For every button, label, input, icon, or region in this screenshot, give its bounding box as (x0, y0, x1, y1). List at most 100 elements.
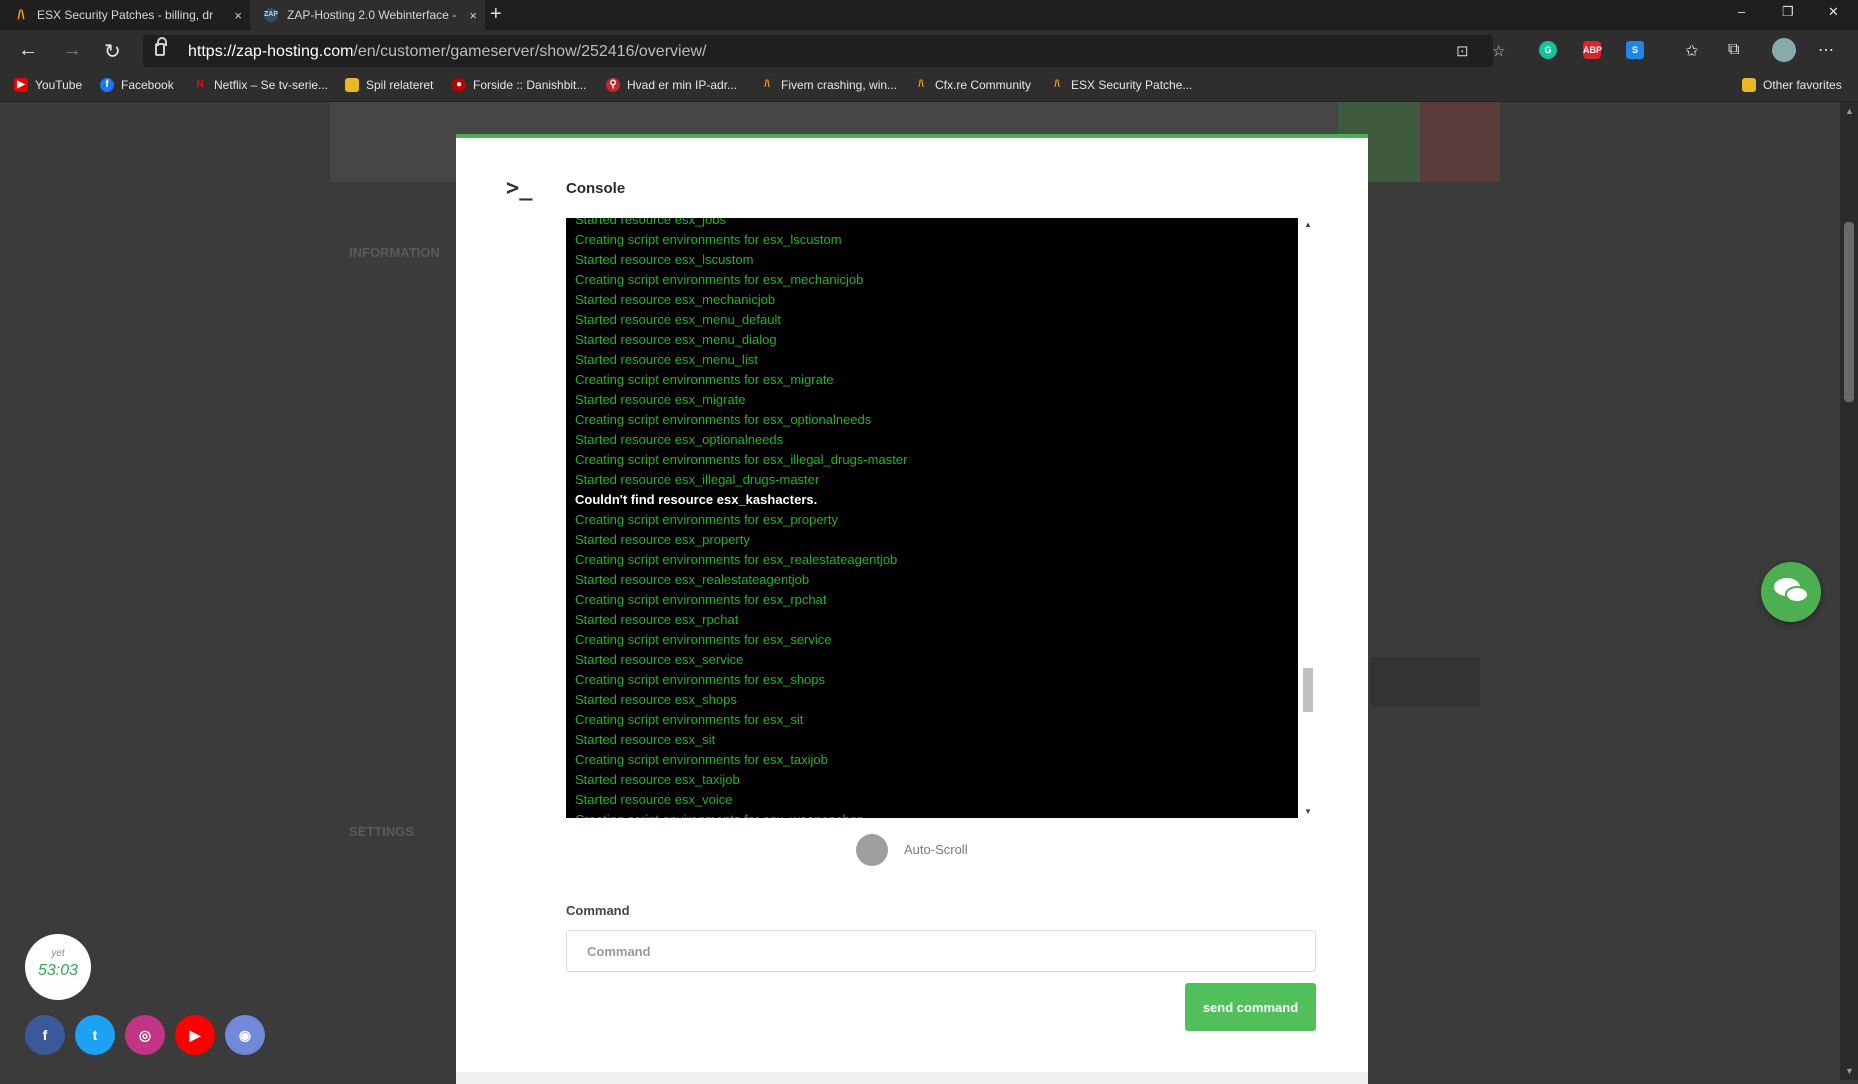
console-line: Creating script environments for esx_wea… (575, 810, 907, 818)
console-output[interactable]: Started resource esx_jobs Creating script… (566, 218, 1298, 818)
console-line: Creating script environments for esx_sit (575, 712, 804, 727)
console-modal: >_ Console Started resource esx_jobs Crea… (456, 134, 1368, 1084)
console-line: Creating script environments for esx_mig… (575, 372, 834, 387)
back-icon[interactable]: ← (18, 39, 38, 62)
close-icon[interactable]: × (234, 8, 242, 23)
bookmark-netflix[interactable]: N Netflix – Se tv-serie... (193, 78, 328, 92)
console-line: Creating script environments for esx_mec… (575, 272, 864, 287)
console-line: Creating script environments for esx_ser… (575, 632, 832, 647)
page-scrollbar[interactable]: ▲ ▼ (1840, 102, 1858, 1080)
console-line: Started resource esx_rpchat (575, 612, 739, 627)
folder-icon (1742, 78, 1756, 92)
timer-value: 53:03 (37, 962, 79, 979)
instagram-icon[interactable]: ◎ (125, 1015, 165, 1055)
chat-button[interactable] (1761, 562, 1821, 622)
console-line: Started resource esx_menu_default (575, 312, 781, 327)
extension-s-icon[interactable]: S (1626, 41, 1644, 59)
bookmark-danishbits[interactable]: ● Forside :: Danishbit... (452, 78, 586, 92)
address-bar-row: ← → ↻ https://zap-hosting.com/en/custome… (0, 30, 1858, 72)
forward-icon[interactable]: → (62, 39, 82, 62)
background-panel (1370, 657, 1480, 707)
reader-mode-icon[interactable]: ⊡ (1456, 42, 1469, 60)
scroll-up-icon[interactable]: ▲ (1845, 106, 1854, 116)
console-line: Started resource esx_shops (575, 692, 737, 707)
maximize-button[interactable]: ❐ (1782, 4, 1794, 20)
console-line: Started resource esx_jobs (575, 218, 727, 227)
more-options-icon[interactable]: ⋯ (1818, 40, 1834, 60)
facebook-icon: f (100, 78, 114, 92)
sidebar-information-heading: INFORMATION (349, 245, 440, 260)
twitter-icon[interactable]: t (75, 1015, 115, 1055)
close-icon[interactable]: × (469, 8, 477, 23)
bookmark-folder-spil[interactable]: Spil relateret (345, 78, 433, 92)
scrollbar-thumb[interactable] (1844, 222, 1854, 402)
fivem-icon: /\ (764, 79, 770, 90)
ip-icon: ⚲ (606, 78, 620, 92)
close-window-button[interactable]: ✕ (1828, 4, 1839, 20)
console-line: Started resource esx_mechanicjob (575, 292, 776, 307)
collections-icon[interactable]: ⧉ (1728, 41, 1739, 59)
new-tab-button[interactable]: + (490, 3, 502, 26)
modal-footer (456, 1072, 1368, 1084)
console-line: Creating script environments for esx_lsc… (575, 232, 842, 247)
autoscroll-toggle[interactable] (856, 834, 888, 866)
console-scrollbar[interactable]: ▲ ▼ (1301, 218, 1315, 818)
console-line: Creating script environments for esx_ill… (575, 452, 908, 467)
facebook-icon[interactable]: f (25, 1015, 65, 1055)
tab-zap-hosting[interactable]: ZAP ZAP-Hosting 2.0 Webinterface - × (250, 0, 485, 30)
scroll-up-icon[interactable]: ▲ (1304, 220, 1312, 229)
url-field[interactable]: https://zap-hosting.com/en/customer/game… (143, 35, 1505, 67)
bookmark-facebook[interactable]: f Facebook (100, 78, 174, 92)
console-line: Started resource esx_voice (575, 792, 733, 807)
console-line: Creating script environments for esx_tax… (575, 752, 828, 767)
other-favorites[interactable]: Other favorites (1742, 78, 1842, 92)
console-line: Started resource esx_realestateagentjob (575, 572, 810, 587)
minimize-button[interactable]: – (1738, 4, 1745, 19)
scroll-down-icon[interactable]: ▼ (1845, 1066, 1854, 1076)
stop-tile-bg (1420, 102, 1500, 182)
folder-icon (345, 78, 359, 92)
console-line: Creating script environments for esx_rpc… (575, 592, 827, 607)
console-line: Started resource esx_property (575, 532, 750, 547)
autoscroll-label: Auto-Scroll (904, 842, 968, 857)
bookmark-youtube[interactable]: ▶ YouTube (14, 78, 82, 92)
youtube-icon[interactable]: ▶ (175, 1015, 215, 1055)
chat-icon-back (1785, 586, 1809, 603)
console-error-line: Couldn't find resource esx_kashacters. (575, 492, 818, 507)
lock-icon (155, 37, 167, 56)
bookmark-esx[interactable]: /\ ESX Security Patche... (1050, 78, 1192, 92)
favorite-star-icon[interactable]: ☆ (1492, 42, 1505, 60)
browser-tab-bar: /\ ESX Security Patches - billing, dr × … (0, 0, 1858, 30)
countdown-timer: yet 53:03 (25, 934, 91, 1000)
console-line: Started resource esx_sit (575, 732, 716, 747)
scroll-down-icon[interactable]: ▼ (1304, 807, 1312, 816)
zap-icon: ZAP (264, 8, 278, 22)
terminal-icon: >_ (506, 176, 533, 201)
console-line: Started resource esx_menu_dialog (575, 332, 777, 347)
adblock-icon[interactable]: ABP (1583, 41, 1602, 59)
favorites-icon[interactable]: ✩ (1685, 41, 1698, 61)
command-input[interactable] (566, 930, 1316, 972)
console-line: Started resource esx_service (575, 652, 744, 667)
bookmark-cfx[interactable]: /\ Cfx.re Community (914, 78, 1031, 92)
console-title: Console (566, 180, 626, 197)
profile-avatar[interactable] (1772, 38, 1796, 62)
send-command-button[interactable]: send command (1185, 983, 1316, 1031)
grammarly-icon[interactable]: G (1539, 41, 1557, 59)
url-text: https://zap-hosting.com/en/customer/game… (188, 43, 707, 60)
fivem-icon: /\ (1054, 79, 1060, 90)
danishbits-icon: ● (452, 78, 466, 92)
command-label: Command (566, 903, 630, 918)
reload-icon[interactable]: ↻ (104, 39, 121, 64)
youtube-icon: ▶ (14, 78, 28, 92)
tab-title: ESX Security Patches - billing, dr (37, 8, 214, 22)
bookmark-ip[interactable]: ⚲ Hvad er min IP-adr... (606, 78, 737, 92)
console-scroll-thumb[interactable] (1303, 668, 1313, 712)
console-line: Started resource esx_optionalneeds (575, 432, 784, 447)
bookmarks-bar: ▶ YouTube f Facebook N Netflix – Se tv-seri… (0, 72, 1858, 102)
bookmark-fivem-crashing[interactable]: /\ Fivem crashing, win... (760, 78, 897, 92)
tab-esx-security[interactable]: /\ ESX Security Patches - billing, dr × (0, 0, 250, 30)
discord-icon[interactable]: ◉ (225, 1015, 265, 1055)
console-line: Creating script environments for esx_pro… (575, 512, 839, 527)
fivem-icon: /\ (918, 79, 924, 90)
